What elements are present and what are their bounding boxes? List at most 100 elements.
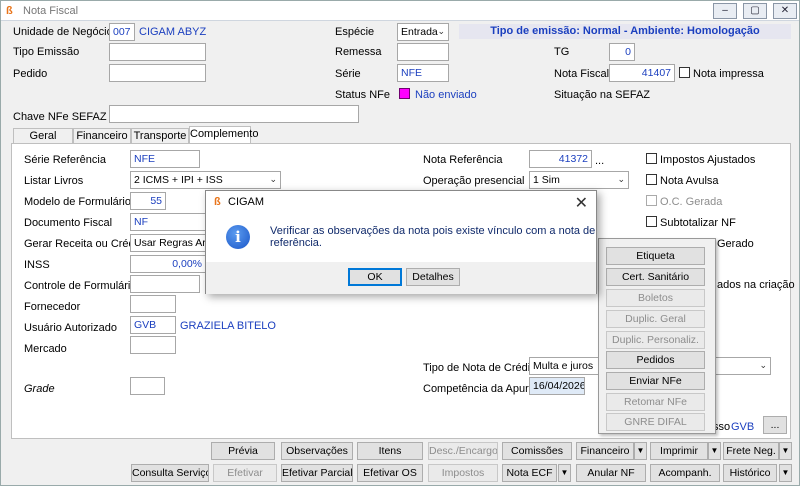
chevron-down-icon: ⌄ <box>759 360 767 370</box>
enviar-nfe-button[interactable]: Enviar NFe <box>606 372 705 390</box>
comissoes-button[interactable]: Comissões <box>502 442 572 460</box>
tipo-credito-label: Tipo de Nota de Crédito <box>423 362 540 374</box>
fornecedor-field[interactable] <box>130 295 176 313</box>
nota-fiscal-field[interactable]: 41407 <box>609 64 675 82</box>
historico-button[interactable]: Histórico <box>723 464 777 482</box>
financeiro-dropdown-chevron-icon[interactable]: ▼ <box>634 442 647 460</box>
dialog-message: Verificar as observações da nota pois ex… <box>270 225 596 249</box>
frete-neg-button[interactable]: Frete Neg. <box>723 442 779 460</box>
tab-geral[interactable]: Geral <box>13 128 73 144</box>
boletos-button[interactable]: Boletos <box>606 289 705 307</box>
emission-info-banner: Tipo de emissão: Normal - Ambiente: Homo… <box>459 24 791 39</box>
remessa-field[interactable] <box>397 43 449 61</box>
unidade-name: CIGAM ABYZ <box>139 26 207 38</box>
gnre-difal-button[interactable]: GNRE DIFAL <box>606 413 705 431</box>
efetivar-parcial-button[interactable]: Efetivar Parcial <box>281 464 353 482</box>
previa-button[interactable]: Prévia <box>211 442 275 460</box>
acesso-value: GVB <box>731 421 755 433</box>
tipo-emissao-field[interactable] <box>109 43 206 61</box>
mercado-field[interactable] <box>130 336 176 354</box>
detalhes-button[interactable]: Detalhes <box>406 268 460 286</box>
especie-value: Entrada <box>401 26 438 38</box>
nota-ref-field[interactable]: 41372 <box>529 150 592 168</box>
tg-field[interactable]: 0 <box>609 43 635 61</box>
especie-select[interactable]: Entrada ⌄ <box>397 23 449 41</box>
operacao-value: 1 Sim <box>533 174 560 186</box>
frete-dropdown-chevron-icon[interactable]: ▼ <box>779 442 792 460</box>
subtotalizar-label: Subtotalizar NF <box>660 217 736 229</box>
tab-financeiro[interactable]: Financeiro <box>73 128 131 144</box>
oc-gerada-checkbox[interactable] <box>646 195 657 206</box>
inss-field[interactable]: 0,00% <box>130 255 206 273</box>
serie-field[interactable]: NFE <box>397 64 449 82</box>
impostos-ajustados-label: Impostos Ajustados <box>660 154 756 166</box>
serie-ref-field[interactable]: NFE <box>130 150 200 168</box>
competencia-field[interactable]: 16/04/2026 <box>529 377 585 395</box>
minimize-button[interactable]: – <box>713 3 737 19</box>
ok-button[interactable]: OK <box>348 268 402 286</box>
info-icon: i <box>226 225 250 249</box>
close-button[interactable]: ✕ <box>773 3 797 19</box>
nota-ecf-button[interactable]: Nota ECF <box>502 464 557 482</box>
listar-livros-select[interactable]: 2 ICMS + IPI + ISS ⌄ <box>130 171 281 189</box>
usuario-label: Usuário Autorizado <box>24 322 117 334</box>
doc-fiscal-field[interactable]: NF <box>130 213 206 231</box>
criacao-label: ados na criação <box>717 279 795 291</box>
efetivar-button[interactable]: Efetivar <box>213 464 277 482</box>
serie-ref-label: Série Referência <box>24 154 106 166</box>
nota-avulsa-checkbox[interactable] <box>646 174 657 185</box>
doc-fiscal-label: Documento Fiscal <box>24 217 113 229</box>
listar-livros-label: Listar Livros <box>24 175 84 187</box>
grade-field[interactable] <box>130 377 165 395</box>
acesso-lookup-button[interactable]: ... <box>763 416 787 434</box>
controle-field[interactable] <box>130 275 200 293</box>
duplic-personaliz-button[interactable]: Duplic. Personaliz. <box>606 331 705 349</box>
financeiro-button[interactable]: Financeiro <box>576 442 634 460</box>
historico-dropdown-chevron-icon[interactable]: ▼ <box>779 464 792 482</box>
dialog-close-icon[interactable]: ✕ <box>575 193 588 213</box>
observacoes-button[interactable]: Observações <box>281 442 353 460</box>
remessa-label: Remessa <box>335 46 382 58</box>
impressao-popup-menu: Etiqueta Cert. Sanitário Boletos Duplic.… <box>598 238 716 434</box>
cigam-logo-icon: ß <box>214 196 221 208</box>
tab-transporte[interactable]: Transporte <box>131 128 189 144</box>
duplic-geral-button[interactable]: Duplic. Geral <box>606 310 705 328</box>
modelo-label: Modelo de Formulário <box>24 196 131 208</box>
efetivar-os-button[interactable]: Efetivar OS <box>357 464 423 482</box>
listar-livros-value: 2 ICMS + IPI + ISS <box>134 174 223 186</box>
pedidos-button[interactable]: Pedidos <box>606 351 705 369</box>
controle-label: Controle de Formulário <box>24 280 137 292</box>
itens-button[interactable]: Itens <box>357 442 423 460</box>
pedido-field[interactable] <box>109 64 206 82</box>
retomar-nfe-button[interactable]: Retomar NFe <box>606 393 705 411</box>
imprimir-dropdown-chevron-icon[interactable]: ▼ <box>708 442 721 460</box>
dialog-footer: OK Detalhes <box>206 262 596 294</box>
status-color-swatch <box>399 88 410 99</box>
nota-fiscal-label: Nota Fiscal <box>554 68 610 80</box>
unidade-code-field[interactable]: 007 <box>109 23 135 41</box>
maximize-button[interactable]: ▢ <box>743 3 767 19</box>
especie-label: Espécie <box>335 26 375 38</box>
desc-encargos-button[interactable]: Desc./Encargos <box>428 442 498 460</box>
status-nfe-label: Status NFe <box>335 89 391 101</box>
nota-impressa-checkbox[interactable] <box>679 67 690 78</box>
operacao-select[interactable]: 1 Sim ⌄ <box>529 171 629 189</box>
nota-ref-lookup-button[interactable]: ... <box>595 155 604 167</box>
usuario-code-field[interactable]: GVB <box>130 316 176 334</box>
gerar-receita-select[interactable]: Usar Regras Arqui <box>130 234 206 252</box>
imprimir-button[interactable]: Imprimir <box>650 442 708 460</box>
etiqueta-button[interactable]: Etiqueta <box>606 247 705 265</box>
dialog-title: CIGAM <box>228 196 265 208</box>
subtotalizar-checkbox[interactable] <box>646 216 657 227</box>
nota-ecf-dropdown-chevron-icon[interactable]: ▼ <box>558 464 571 482</box>
acompanh-button[interactable]: Acompanh. <box>650 464 720 482</box>
consulta-servicos-button[interactable]: Consulta Serviços <box>131 464 209 482</box>
impostos-ajustados-checkbox[interactable] <box>646 153 657 164</box>
modelo-field[interactable]: 55 <box>130 192 166 210</box>
chave-nfe-field[interactable] <box>109 105 359 123</box>
status-nfe-value: Não enviado <box>415 89 477 101</box>
cert-sanitario-button[interactable]: Cert. Sanitário <box>606 268 705 286</box>
nota-avulsa-label: Nota Avulsa <box>660 175 719 187</box>
impostos-button[interactable]: Impostos <box>428 464 498 482</box>
anular-nf-button[interactable]: Anular NF <box>576 464 646 482</box>
